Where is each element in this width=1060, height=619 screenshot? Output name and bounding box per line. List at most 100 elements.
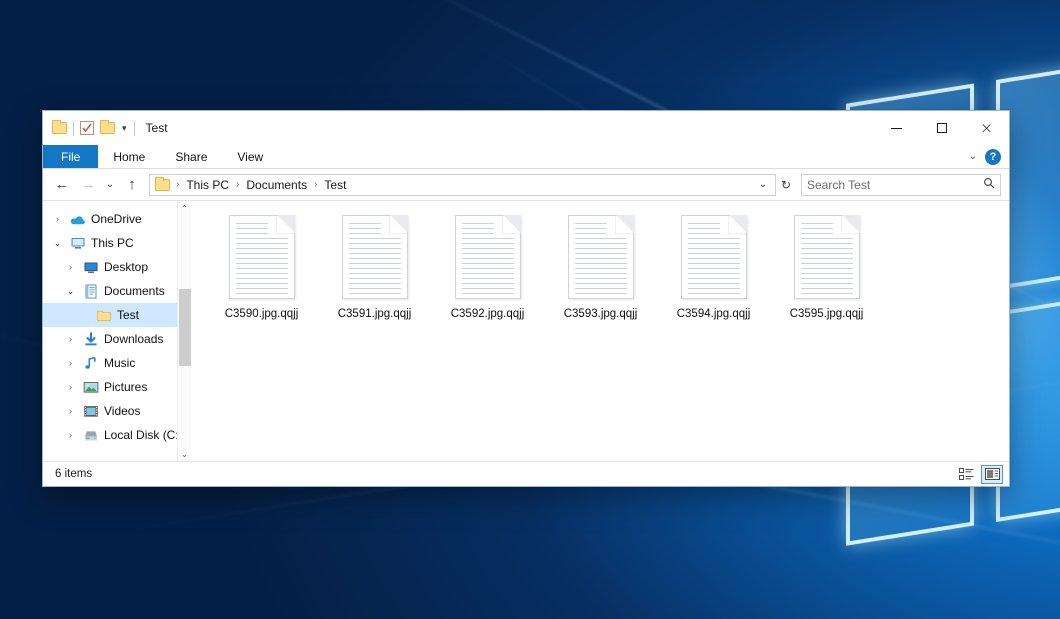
expand-ribbon-icon[interactable]: ⌄ [969, 151, 977, 162]
divider [134, 121, 135, 136]
breadcrumb-documents[interactable]: Documents [242, 178, 311, 192]
sidebar-item-this-pc[interactable]: ⌄ This PC [43, 231, 191, 255]
tab-view[interactable]: View [222, 145, 278, 168]
chevron-right-icon[interactable]: › [51, 214, 64, 224]
sidebar-item-label: Desktop [104, 261, 148, 273]
file-name-label: C3593.jpg.qqjj [564, 308, 638, 320]
folder-icon [95, 307, 112, 323]
up-button[interactable]: ↑ [119, 173, 145, 197]
address-bar[interactable]: › This PC › Documents › Test ⌄ [149, 174, 776, 196]
sidebar-item-label: Local Disk (C:) [104, 429, 183, 441]
file-name-label: C3590.jpg.qqjj [225, 308, 299, 320]
scrollbar-track[interactable] [178, 215, 191, 447]
maximize-button[interactable] [919, 111, 964, 145]
chevron-down-icon[interactable]: ⌄ [753, 179, 773, 190]
forward-button[interactable]: → [75, 173, 101, 197]
sidebar-item-desktop[interactable]: › Desktop [43, 255, 191, 279]
explorer-body: ›OneDrive ⌄ This PC › Desktop ⌄ Documents Test ›… [43, 200, 1009, 461]
file-item[interactable]: C3591.jpg.qqjj [318, 213, 431, 320]
item-count-label: 6 items [55, 468, 92, 480]
document-icon [342, 215, 408, 299]
folder-icon[interactable] [52, 122, 67, 134]
search-placeholder: Search Test [807, 178, 870, 192]
tab-home[interactable]: Home [98, 145, 160, 168]
divider [73, 121, 74, 136]
new-folder-icon[interactable] [100, 122, 115, 134]
chevron-down-icon[interactable]: ⌄ [51, 238, 64, 249]
sidebar-item-pictures[interactable]: ›Pictures [43, 375, 191, 399]
file-name-label: C3592.jpg.qqjj [451, 308, 525, 320]
document-lines [688, 223, 740, 298]
file-item[interactable]: C3593.jpg.qqjj [544, 213, 657, 320]
sidebar-item-videos[interactable]: › Videos [43, 399, 191, 423]
breadcrumb-separator: › [175, 179, 180, 190]
scroll-up-icon[interactable]: ⌃ [178, 201, 191, 215]
tab-share[interactable]: Share [160, 145, 222, 168]
sidebar-item-label: Test [117, 309, 139, 321]
large-icons-view-button[interactable] [981, 465, 1003, 484]
documents-icon [82, 283, 99, 299]
sidebar-item-downloads[interactable]: ›Downloads [43, 327, 191, 351]
close-button[interactable]: × [964, 111, 1009, 145]
minimize-button[interactable] [874, 111, 919, 145]
navigation-pane: ›OneDrive ⌄ This PC › Desktop ⌄ Documents Test ›… [43, 201, 191, 461]
chevron-right-icon[interactable]: › [64, 406, 77, 416]
folder-icon [155, 179, 170, 191]
sidebar-item-local-disk-c[interactable]: › Local Disk (C:) [43, 423, 191, 447]
file-list-pane[interactable]: C3590.jpg.qqjj C3591.jpg.qqjj C3592.jpg.qq… [191, 201, 1009, 461]
search-input[interactable]: Search Test [801, 174, 1001, 196]
properties-icon[interactable] [80, 121, 94, 135]
sidebar-scrollbar[interactable]: ⌃ ⌄ [177, 201, 191, 461]
search-icon[interactable] [983, 177, 995, 192]
document-lines [801, 223, 853, 298]
window-controls: × [874, 111, 1009, 145]
file-item[interactable]: C3594.jpg.qqjj [657, 213, 770, 320]
downloads-icon [82, 331, 99, 347]
sidebar-item-documents[interactable]: ⌄ Documents [43, 279, 191, 303]
chevron-down-icon[interactable]: ⌄ [64, 286, 77, 297]
file-item[interactable]: C3590.jpg.qqjj [205, 213, 318, 320]
document-icon [229, 215, 295, 299]
file-item[interactable]: C3592.jpg.qqjj [431, 213, 544, 320]
navigation-bar: ← → ⌄ ↑ › This PC › Documents › Test ⌄ ↻… [43, 169, 1009, 200]
chevron-right-icon[interactable]: › [64, 334, 77, 344]
back-button[interactable]: ← [49, 173, 75, 197]
chevron-right-icon[interactable]: › [64, 262, 77, 272]
file-item[interactable]: C3595.jpg.qqjj [770, 213, 883, 320]
sidebar-item-label: Documents [104, 285, 165, 297]
window-title: Test [146, 121, 168, 135]
refresh-button[interactable]: ↻ [776, 178, 796, 192]
close-icon: × [980, 121, 993, 136]
details-view-button[interactable] [955, 465, 977, 484]
sidebar-item-label: Videos [104, 405, 140, 417]
chevron-right-icon[interactable]: › [64, 430, 77, 440]
document-lines [236, 223, 288, 298]
breadcrumb-this-pc[interactable]: This PC [182, 178, 233, 192]
file-grid: C3590.jpg.qqjj C3591.jpg.qqjj C3592.jpg.qq… [205, 213, 1009, 320]
scrollbar-thumb[interactable] [179, 289, 191, 366]
recent-locations-button[interactable]: ⌄ [101, 173, 119, 197]
tab-file[interactable]: File [43, 145, 98, 168]
scroll-down-icon[interactable]: ⌄ [178, 447, 191, 461]
sidebar-item-music[interactable]: ›Music [43, 351, 191, 375]
address-bar-controls: ⌄ [753, 179, 773, 190]
sidebar-item-test[interactable]: Test [43, 303, 191, 327]
help-icon[interactable]: ? [985, 149, 1001, 165]
pictures-icon [82, 379, 99, 395]
sidebar-item-onedrive[interactable]: ›OneDrive [43, 207, 191, 231]
document-icon [681, 215, 747, 299]
document-icon [794, 215, 860, 299]
local-disk-icon [82, 427, 99, 443]
onedrive-icon [69, 211, 86, 227]
document-lines [575, 223, 627, 298]
this-pc-icon [69, 235, 86, 251]
desktop: ▾ Test × File Home Share View ⌄ ? ← → [0, 0, 1060, 619]
chevron-right-icon[interactable]: › [64, 382, 77, 392]
breadcrumb-test[interactable]: Test [320, 178, 350, 192]
view-buttons [955, 465, 1003, 484]
chevron-down-icon[interactable]: ▾ [121, 124, 128, 133]
document-icon [568, 215, 634, 299]
file-name-label: C3591.jpg.qqjj [338, 308, 412, 320]
chevron-right-icon[interactable]: › [64, 358, 77, 368]
sidebar-item-label: This PC [91, 237, 134, 249]
